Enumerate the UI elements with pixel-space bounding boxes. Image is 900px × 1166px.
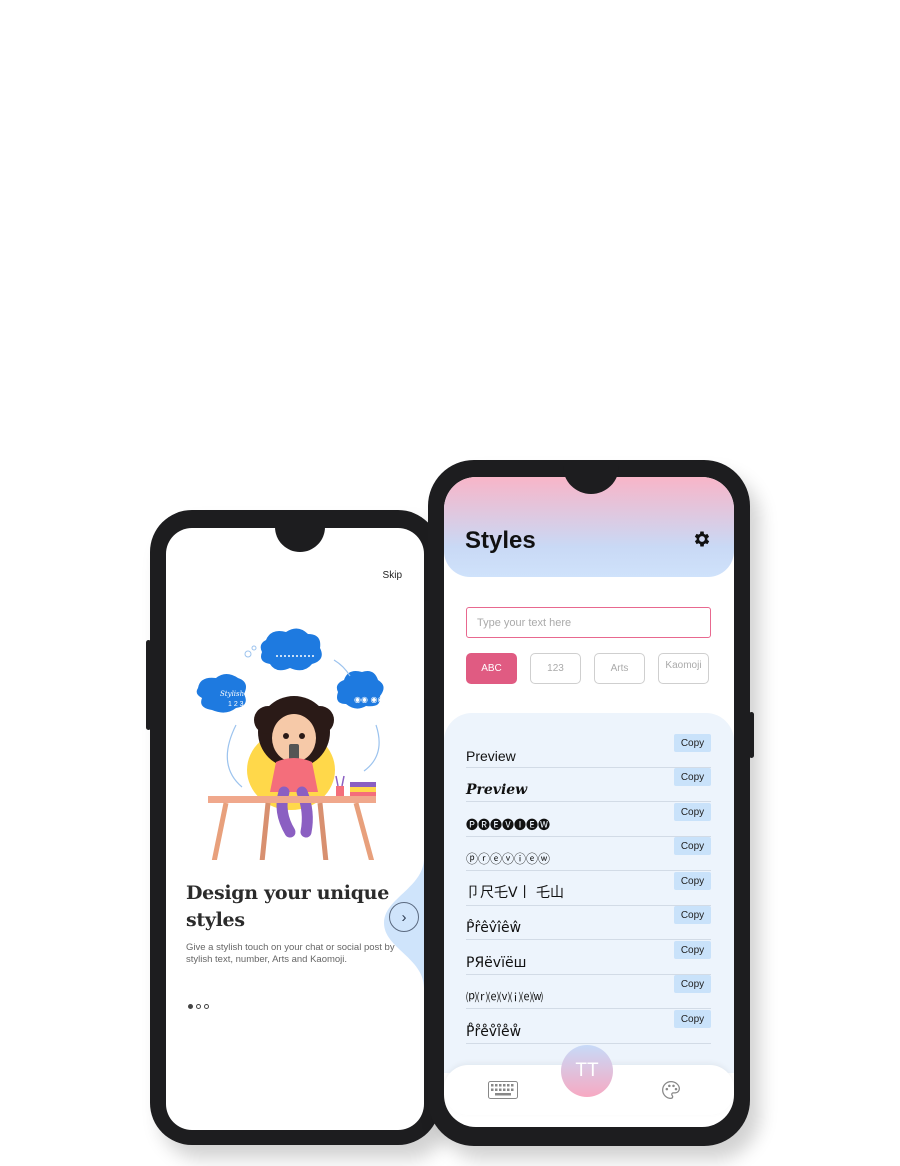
style-preview: P̊r̊e̊v̊i̊e̊ẘ xyxy=(466,1024,522,1040)
copy-button[interactable]: Copy xyxy=(674,1010,711,1028)
style-preview: Preview xyxy=(466,782,528,798)
style-preview: ⒫⒭⒠⒱⒤⒠⒲ xyxy=(466,991,543,1004)
style-preview: PЯёvїёш xyxy=(466,955,527,971)
style-preview: ⓟⓡⓔⓥⓘⓔⓦ xyxy=(466,852,551,866)
copy-button[interactable]: Copy xyxy=(674,803,711,821)
style-row: 卩尺乇V丨 乇山 Copy xyxy=(466,871,711,906)
copy-button[interactable]: Copy xyxy=(674,734,711,752)
page-dot xyxy=(204,1004,209,1009)
onboarding-screen: Skip Stylish Fonts 1 2 3 ◉◉ ◉◉ › Design … xyxy=(166,528,424,1130)
cloud-right-text: ◉◉ ◉◉ xyxy=(354,695,384,704)
onboarding-headline: Design your unique styles xyxy=(186,882,389,931)
cloud-left-text: Stylish Fonts xyxy=(220,690,266,698)
style-preview: 卩尺乇V丨 乇山 xyxy=(466,885,565,901)
page-dot xyxy=(188,1004,193,1009)
styles-screen: Styles ABC 123 Arts Kaomoji Preview Copy… xyxy=(444,477,734,1127)
onboarding-phone: Skip Stylish Fonts 1 2 3 ◉◉ ◉◉ › Design … xyxy=(146,510,440,1145)
gear-icon[interactable] xyxy=(692,529,712,549)
cloud-left-number: 1 2 3 xyxy=(228,701,244,708)
style-preview: P̂r̂êv̂îêŵ xyxy=(466,920,522,936)
style-row: P̂r̂êv̂îêŵ Copy xyxy=(466,905,711,940)
skip-button[interactable]: Skip xyxy=(383,570,402,581)
onboarding-subtext: Give a stylish touch on your chat or soc… xyxy=(186,942,395,965)
tab-arts[interactable]: Arts xyxy=(594,653,645,684)
style-row: Preview Copy xyxy=(466,767,711,802)
copy-button[interactable]: Copy xyxy=(674,906,711,924)
tab-123[interactable]: 123 xyxy=(530,653,581,684)
style-row: P̊r̊e̊v̊i̊e̊ẘ Copy xyxy=(466,1009,711,1044)
copy-button[interactable]: Copy xyxy=(674,768,711,786)
chevron-right-icon: › xyxy=(401,908,407,926)
tab-kaomoji[interactable]: Kaomoji xyxy=(658,653,709,684)
volume-button xyxy=(146,640,151,730)
page-dot xyxy=(196,1004,201,1009)
styles-phone: Styles ABC 123 Arts Kaomoji Preview Copy… xyxy=(424,460,754,1146)
copy-button[interactable]: Copy xyxy=(674,941,711,959)
category-tabs: ABC 123 Arts Kaomoji xyxy=(466,653,709,684)
text-style-fab[interactable]: TT xyxy=(561,1045,613,1097)
copy-button[interactable]: Copy xyxy=(674,837,711,855)
tab-abc[interactable]: ABC xyxy=(466,653,517,684)
text-input[interactable] xyxy=(466,607,711,638)
power-button xyxy=(749,712,754,758)
style-preview: 🅟🅡🅔🅥🅘🅔🅦 xyxy=(466,818,551,832)
style-row: ⒫⒭⒠⒱⒤⒠⒲ Copy xyxy=(466,974,711,1009)
style-row: ⓟⓡⓔⓥⓘⓔⓦ Copy xyxy=(466,836,711,871)
page-title: Styles xyxy=(465,527,536,554)
volume-button xyxy=(424,600,429,700)
copy-button[interactable]: Copy xyxy=(674,872,711,890)
text-style-icon: TT xyxy=(575,1060,599,1081)
copy-button[interactable]: Copy xyxy=(674,975,711,993)
style-row: Preview Copy xyxy=(466,733,711,768)
palette-icon[interactable] xyxy=(661,1080,681,1100)
style-row: PЯёvїёш Copy xyxy=(466,940,711,975)
style-preview: Preview xyxy=(466,748,516,764)
style-row: 🅟🅡🅔🅥🅘🅔🅦 Copy xyxy=(466,802,711,837)
onboarding-illustration: Stylish Fonts 1 2 3 ◉◉ ◉◉ xyxy=(196,628,384,860)
keyboard-icon[interactable] xyxy=(488,1081,518,1099)
styles-list: Preview Copy Preview Copy 🅟🅡🅔🅥🅘🅔🅦 Copy ⓟ… xyxy=(444,713,734,1073)
page-indicator xyxy=(188,1004,209,1009)
